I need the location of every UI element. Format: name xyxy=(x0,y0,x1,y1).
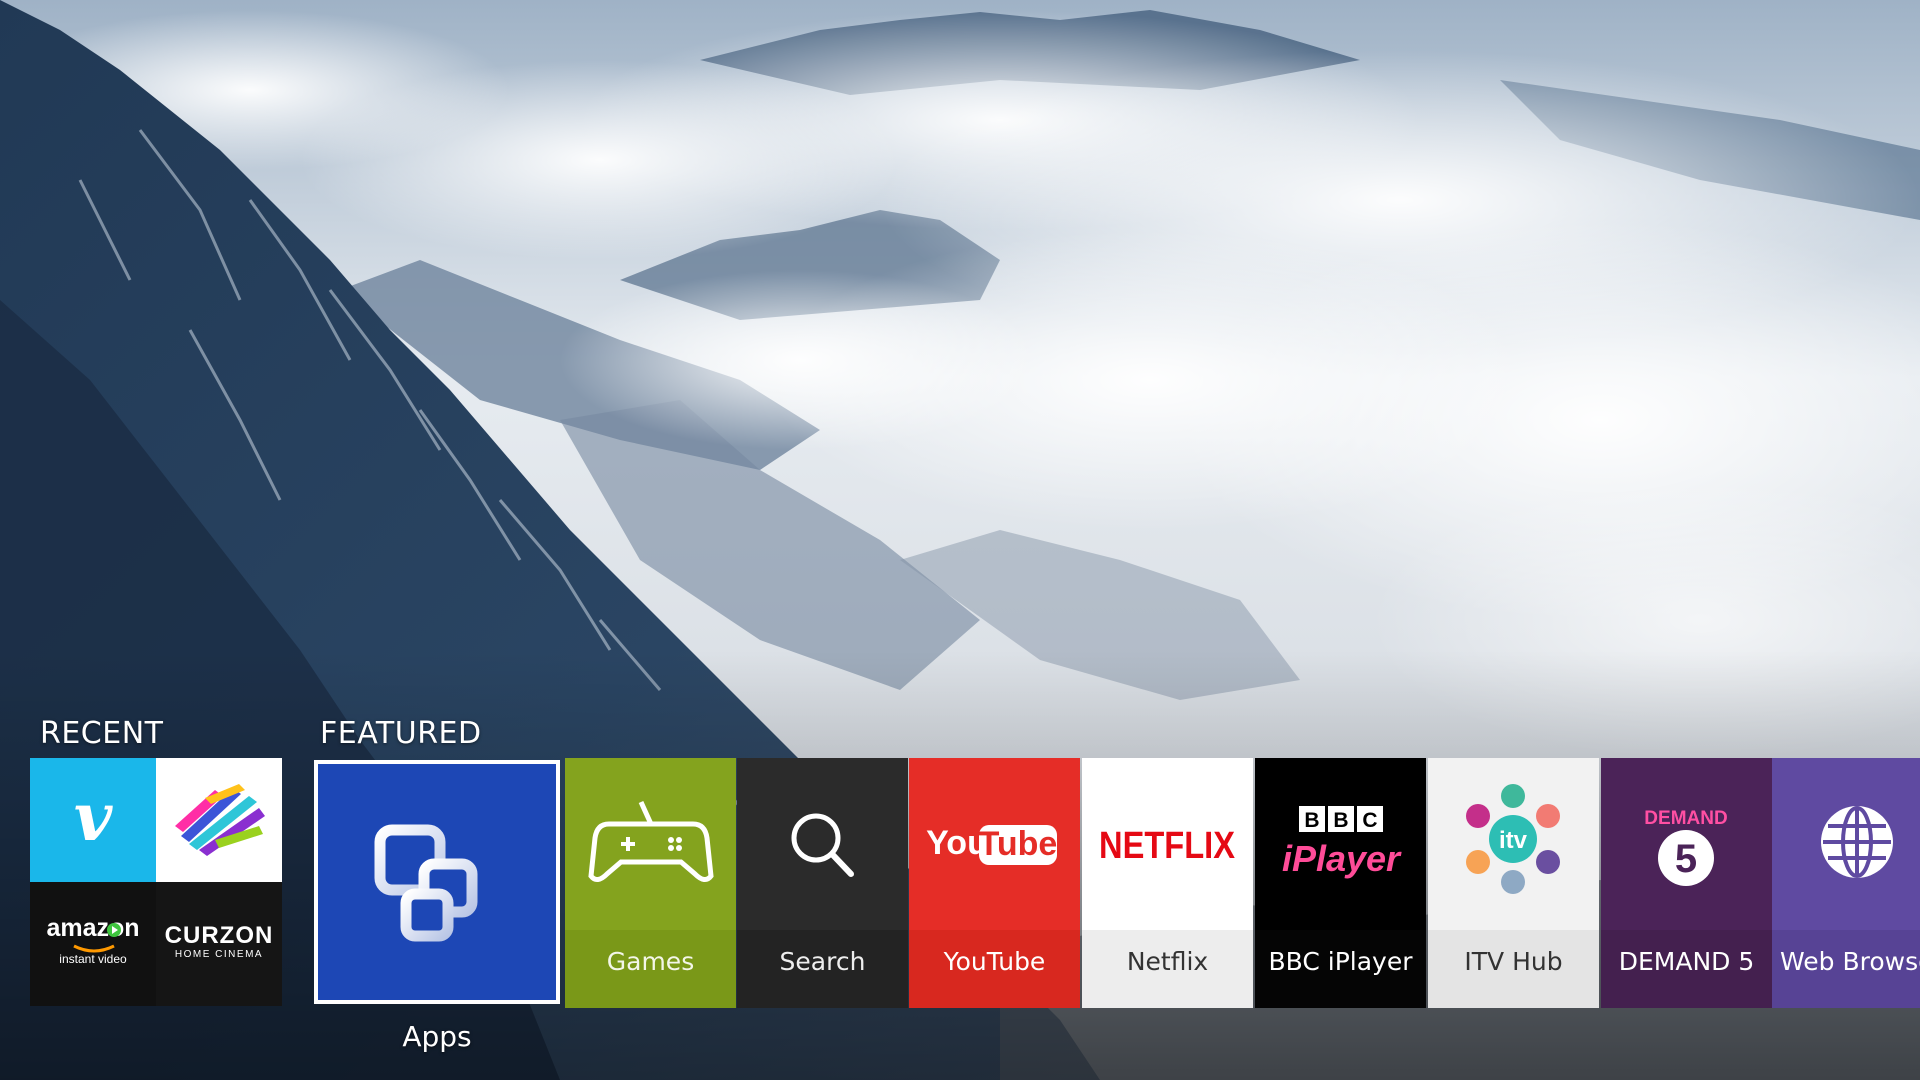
tile-label-netflix: Netflix xyxy=(1082,930,1253,1008)
bbc-iplayer-logo: B B C iPlayer xyxy=(1282,806,1402,879)
featured-tile-netflix[interactable]: NETFLIX Netflix xyxy=(1082,758,1253,1008)
svg-text:B: B xyxy=(1333,809,1348,832)
featured-tile-web-browser[interactable]: Web Browser xyxy=(1772,758,1920,1008)
itv-hub-logo: itv xyxy=(1466,784,1560,894)
featured-tile-games[interactable]: Games xyxy=(565,758,736,1008)
featured-tile-youtube[interactable]: You Tube YouTube xyxy=(909,758,1080,1008)
youtube-logo: You Tube xyxy=(926,824,1058,865)
apps-label: Apps xyxy=(402,1020,472,1053)
recent-section-label: RECENT xyxy=(40,716,164,751)
apps-icon xyxy=(374,824,478,942)
featured-tile-search[interactable]: Search xyxy=(737,758,908,1008)
recent-app-curzon[interactable]: CURZON HOME CINEMA xyxy=(156,882,282,1006)
netflix-logo: NETFLIX xyxy=(1099,825,1236,867)
svg-text:iPlayer: iPlayer xyxy=(1282,838,1402,879)
magnifier-icon xyxy=(791,813,854,877)
tile-label-demand5: DEMAND 5 xyxy=(1601,930,1772,1008)
featured-tile-demand5[interactable]: DEMAND 5 DEMAND 5 xyxy=(1601,758,1772,1008)
amazon-subtitle: instant video xyxy=(59,952,127,966)
globe-icon xyxy=(1821,806,1893,878)
curzon-logo: CURZON xyxy=(164,922,274,949)
svg-text:C: C xyxy=(1362,809,1377,832)
featured-section-label: FEATURED xyxy=(320,716,482,751)
tile-label-itv-hub: ITV Hub xyxy=(1428,930,1599,1008)
amazon-smile-icon xyxy=(73,923,121,953)
gamepad-icon xyxy=(588,800,714,882)
recent-app-amazon[interactable]: amazon instant video xyxy=(30,882,156,1006)
svg-text:itv: itv xyxy=(1499,827,1528,854)
tile-label-bbc-iplayer: BBC iPlayer xyxy=(1255,930,1426,1008)
vimeo-logo: v xyxy=(73,778,113,856)
channel-4-logo xyxy=(175,784,265,856)
svg-text:5: 5 xyxy=(1675,837,1697,881)
featured-tile-itv-hub[interactable]: itv ITV Hub xyxy=(1428,758,1599,1008)
recent-apps-grid: v amazon instant video CURZON HOME CINEM… xyxy=(30,758,282,1006)
svg-text:DEMAND: DEMAND xyxy=(1644,808,1727,829)
tile-label-games: Games xyxy=(565,930,736,1008)
svg-text:Tube: Tube xyxy=(979,825,1058,863)
tile-label-web-browser: Web Browser xyxy=(1772,930,1920,1008)
tile-label-youtube: YouTube xyxy=(909,930,1080,1008)
recent-app-vimeo[interactable]: v xyxy=(30,758,156,882)
svg-text:NETFLIX: NETFLIX xyxy=(1099,825,1236,867)
curzon-subtitle: HOME CINEMA xyxy=(174,949,264,960)
tile-label-search: Search xyxy=(737,930,908,1008)
apps-tile[interactable] xyxy=(314,760,560,1004)
featured-tile-bbc-iplayer[interactable]: B B C iPlayer BBC iPlayer xyxy=(1255,758,1426,1008)
svg-text:B: B xyxy=(1304,809,1319,832)
demand5-logo: DEMAND 5 xyxy=(1644,808,1728,886)
recent-app-channel-4[interactable] xyxy=(156,758,282,882)
